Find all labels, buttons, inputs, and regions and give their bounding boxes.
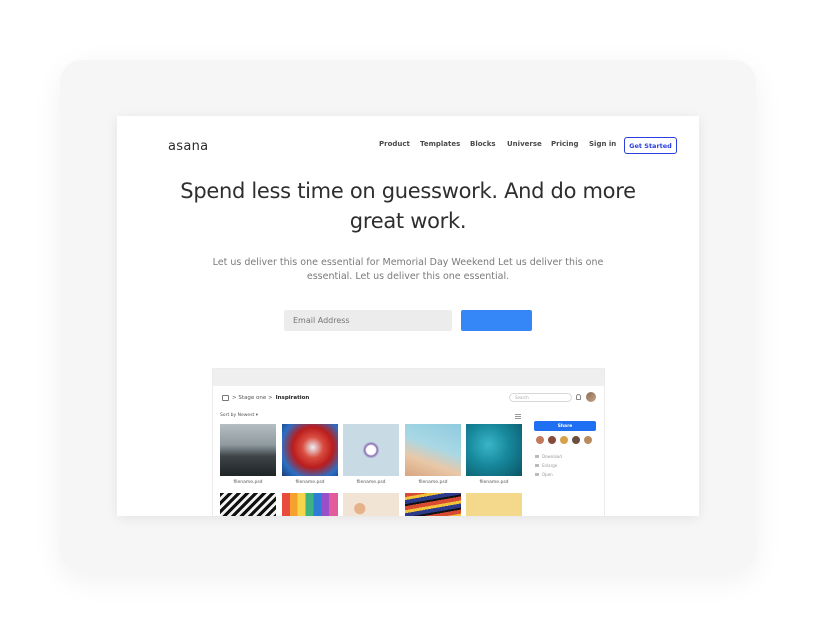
sort-label: Sort by Newest	[220, 413, 255, 418]
filename-label: filename.psd	[233, 480, 263, 485]
avatar[interactable]	[586, 392, 596, 402]
thumbnail-palette[interactable]	[282, 493, 338, 516]
nav-blocks[interactable]: Blocks	[470, 140, 496, 148]
chevron-down-icon: ▾	[255, 413, 259, 418]
share-button[interactable]: Share	[534, 421, 596, 431]
open-label: Open	[542, 472, 553, 477]
enlarge-action[interactable]: Enlarge	[535, 463, 557, 468]
website-page: asana Product Templates Blocks Universe …	[117, 116, 699, 516]
thumbnail-stripes[interactable]	[220, 493, 276, 516]
app-topbar	[213, 369, 604, 386]
nav-templates[interactable]: Templates	[420, 140, 460, 148]
filename-label: filename.psd	[479, 480, 509, 485]
thumbnail-mountain[interactable]	[220, 424, 276, 476]
breadcrumb-current: Inspiration	[275, 395, 310, 401]
filename-label: filename.psd	[356, 480, 386, 485]
avatar	[571, 435, 581, 445]
enlarge-label: Enlarge	[542, 463, 558, 468]
thumbnail-water[interactable]	[466, 424, 522, 476]
bell-icon[interactable]	[576, 394, 581, 400]
hero-subtitle: Let us deliver this one essential for Me…	[212, 257, 604, 282]
nav-sign-in[interactable]: Sign in	[589, 140, 616, 148]
hero-title: Spend less time on guesswork. And do mor…	[180, 179, 636, 233]
get-started-button[interactable]: Get Started	[624, 137, 677, 154]
download-label: Download	[542, 454, 562, 459]
nav-product[interactable]: Product	[379, 140, 410, 148]
nav-universe[interactable]: Universe	[507, 140, 542, 148]
filename-label: filename.psd	[418, 480, 448, 485]
open-icon	[535, 473, 539, 476]
list-view-icon[interactable]	[515, 414, 521, 419]
thumbnail-pattern[interactable]	[343, 493, 399, 516]
submit-button[interactable]	[461, 310, 532, 331]
email-input[interactable]	[284, 310, 452, 331]
folder-icon	[222, 395, 229, 401]
breadcrumb-path[interactable]: > Stage one >	[232, 395, 273, 401]
avatar	[583, 435, 593, 445]
thumbnail-paint[interactable]	[282, 424, 338, 476]
thumbnail-waves[interactable]	[405, 493, 461, 516]
thumbnail-watermelon[interactable]	[405, 424, 461, 476]
thumbnail-flower[interactable]	[343, 424, 399, 476]
avatar	[559, 435, 569, 445]
avatar	[547, 435, 557, 445]
avatar	[535, 435, 545, 445]
logo[interactable]: asana	[168, 139, 208, 154]
filename-label: filename.psd	[295, 480, 325, 485]
download-action[interactable]: Download	[535, 454, 562, 459]
breadcrumb: > Stage one > Inspiration	[222, 395, 309, 401]
thumbnail-plant[interactable]	[466, 493, 522, 516]
app-search-input[interactable]: Search	[509, 393, 572, 402]
nav-pricing[interactable]: Pricing	[551, 140, 579, 148]
download-icon	[535, 455, 539, 458]
eye-icon	[535, 464, 539, 467]
app-preview: > Stage one > Inspiration Search Sort by…	[212, 368, 605, 516]
sort-dropdown[interactable]: Sort by Newest ▾	[220, 413, 258, 418]
open-action[interactable]: Open	[535, 472, 553, 477]
